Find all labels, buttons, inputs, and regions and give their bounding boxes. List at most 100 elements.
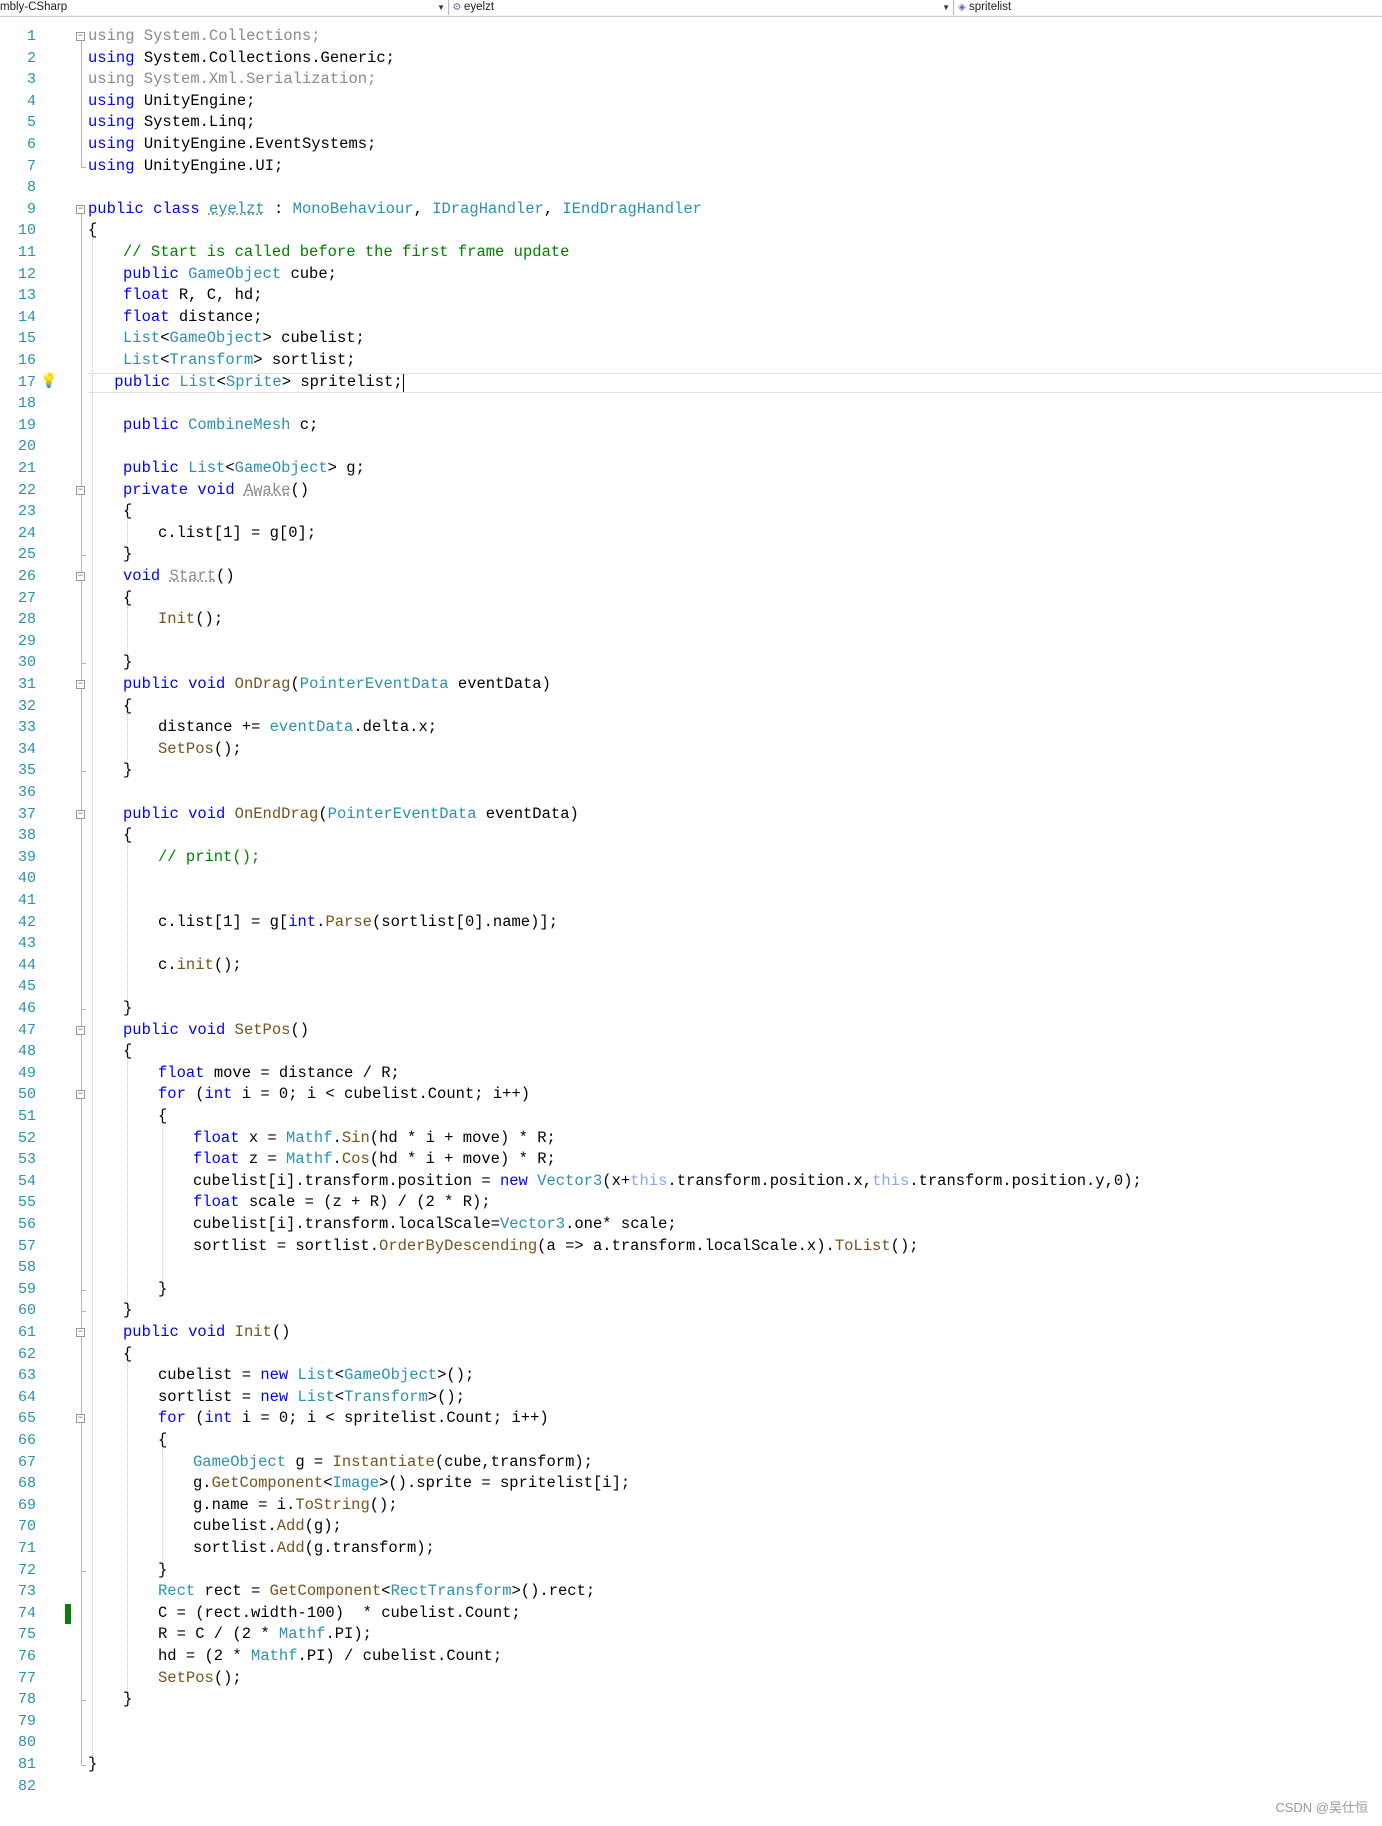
code-line[interactable]: hd = (2 * Mathf.PI) / cubelist.Count; bbox=[158, 1646, 502, 1668]
code-token: Mathf bbox=[278, 1625, 326, 1644]
code-line[interactable]: using System.Linq; bbox=[88, 112, 255, 134]
code-line[interactable]: public List<GameObject> g; bbox=[123, 458, 365, 480]
code-line[interactable]: SetPos(); bbox=[158, 1668, 242, 1690]
code-line[interactable]: for (int i = 0; i < cubelist.Count; i++) bbox=[158, 1084, 530, 1106]
line-number: 24 bbox=[17, 524, 36, 542]
code-line[interactable]: public void Init() bbox=[123, 1322, 290, 1344]
code-line[interactable]: cubelist[i].transform.localScale=Vector3… bbox=[193, 1214, 677, 1236]
code-line[interactable]: { bbox=[123, 501, 132, 523]
code-token: ( bbox=[185, 1409, 205, 1428]
code-line[interactable]: public CombineMesh c; bbox=[123, 415, 318, 437]
code-line[interactable]: c.list[1] = g[int.Parse(sortlist[0].name… bbox=[158, 912, 558, 934]
code-line[interactable]: List<GameObject> cubelist; bbox=[123, 328, 365, 350]
code-token: using bbox=[88, 113, 135, 132]
code-line[interactable]: g.GetComponent<Image>().sprite = spritel… bbox=[193, 1473, 630, 1495]
code-line[interactable]: float R, C, hd; bbox=[123, 285, 263, 307]
code-line[interactable]: public void SetPos() bbox=[123, 1020, 309, 1042]
project-dropdown[interactable]: mbly-CSharp ▼ bbox=[0, 0, 449, 15]
code-line[interactable]: cubelist.Add(g); bbox=[193, 1516, 342, 1538]
code-line[interactable]: void Start() bbox=[123, 566, 235, 588]
code-line[interactable]: private void Awake() bbox=[123, 480, 309, 502]
code-line[interactable]: float x = Mathf.Sin(hd * i + move) * R; bbox=[193, 1128, 556, 1150]
code-line[interactable]: { bbox=[123, 1041, 132, 1063]
code-line[interactable]: List<Transform> sortlist; bbox=[123, 350, 356, 372]
code-line[interactable]: cubelist[i].transform.position = new Vec… bbox=[193, 1171, 1142, 1193]
collapse-region-icon[interactable]: − bbox=[76, 809, 85, 819]
collapse-region-icon[interactable]: − bbox=[76, 204, 85, 214]
code-line[interactable]: } bbox=[88, 1754, 97, 1776]
code-line[interactable]: { bbox=[158, 1106, 167, 1128]
code-line[interactable]: c.init(); bbox=[158, 955, 242, 977]
code-line[interactable]: public GameObject cube; bbox=[123, 264, 337, 286]
collapse-region-icon[interactable]: − bbox=[76, 1414, 85, 1424]
code-token: C = (rect.width-100) * cubelist.Count; bbox=[158, 1603, 521, 1622]
collapse-region-icon[interactable]: − bbox=[76, 1090, 85, 1100]
code-line[interactable]: } bbox=[158, 1560, 167, 1582]
line-number: 56 bbox=[17, 1216, 36, 1233]
code-line[interactable]: sortlist = sortlist.OrderByDescending(a … bbox=[193, 1236, 919, 1258]
code-line[interactable]: GameObject g = Instantiate(cube,transfor… bbox=[193, 1452, 593, 1474]
code-line[interactable]: } bbox=[158, 1279, 167, 1301]
code-line[interactable]: { bbox=[123, 825, 132, 847]
code-token: UnityEngine.UI; bbox=[134, 156, 284, 175]
lightbulb-icon[interactable]: 💡 bbox=[40, 373, 57, 391]
code-line[interactable]: Init(); bbox=[158, 609, 223, 631]
collapse-region-icon[interactable]: − bbox=[76, 32, 85, 41]
code-line[interactable]: using System.Collections; bbox=[88, 26, 321, 48]
code-line[interactable]: float move = distance / R; bbox=[158, 1063, 400, 1085]
code-line[interactable]: using UnityEngine.EventSystems; bbox=[88, 134, 376, 156]
code-token: } bbox=[123, 761, 133, 780]
code-line[interactable]: // print(); bbox=[158, 847, 260, 869]
code-line[interactable]: for (int i = 0; i < spritelist.Count; i+… bbox=[158, 1408, 549, 1430]
code-line[interactable]: { bbox=[123, 588, 132, 610]
code-line[interactable]: float distance; bbox=[123, 307, 263, 329]
code-line[interactable]: { bbox=[123, 696, 132, 718]
collapse-region-icon[interactable]: − bbox=[76, 1025, 85, 1035]
collapse-region-icon[interactable]: − bbox=[76, 680, 85, 689]
code-line[interactable]: float scale = (z + R) / (2 * R); bbox=[193, 1192, 491, 1214]
collapse-region-icon[interactable]: − bbox=[76, 485, 85, 495]
code-line[interactable]: Rect rect = GetComponent<RectTransform>(… bbox=[158, 1581, 595, 1603]
code-line[interactable]: } bbox=[123, 544, 132, 566]
line-number: 39 bbox=[17, 848, 36, 866]
code-line[interactable]: float z = Mathf.Cos(hd * i + move) * R; bbox=[193, 1149, 556, 1171]
code-line[interactable]: // Start is called before the first fram… bbox=[123, 242, 569, 264]
code-line[interactable]: R = C / (2 * Mathf.PI); bbox=[158, 1624, 372, 1646]
code-line[interactable]: using UnityEngine.UI; bbox=[88, 156, 283, 178]
member-dropdown[interactable]: ◈ spritelist bbox=[955, 0, 1382, 15]
code-token: { bbox=[158, 1431, 168, 1449]
code-line[interactable]: c.list[1] = g[0]; bbox=[158, 523, 316, 545]
code-editor[interactable]: − − − − − − − − − − 1 using System.Collections; 2 us… bbox=[0, 17, 1382, 1826]
code-line[interactable]: { bbox=[123, 1344, 132, 1366]
code-line[interactable]: g.name = i.ToString(); bbox=[193, 1495, 398, 1517]
line-number: 67 bbox=[17, 1453, 36, 1471]
code-line[interactable]: sortlist.Add(g.transform); bbox=[193, 1538, 435, 1560]
code-line[interactable]: sortlist = new List<Transform>(); bbox=[158, 1387, 465, 1409]
code-token: >(); bbox=[427, 1387, 466, 1406]
code-line[interactable]: } bbox=[123, 760, 132, 782]
code-line[interactable]: { bbox=[158, 1430, 167, 1452]
line-number: 80 bbox=[17, 1734, 36, 1752]
code-line[interactable]: SetPos(); bbox=[158, 739, 242, 761]
code-line[interactable]: public void OnDrag(PointerEventData even… bbox=[123, 674, 551, 696]
code-line[interactable]: public class eyelzt : MonoBehaviour, IDr… bbox=[88, 199, 702, 221]
code-line[interactable]: } bbox=[123, 652, 132, 674]
type-dropdown[interactable]: ⚙ eyelzt ▼ bbox=[450, 0, 954, 15]
code-line[interactable]: } bbox=[123, 1300, 132, 1322]
code-line[interactable]: } bbox=[123, 998, 132, 1020]
code-line[interactable]: cubelist = new List<GameObject>(); bbox=[158, 1365, 474, 1387]
code-line[interactable]: public List<Sprite> spritelist; bbox=[114, 372, 402, 394]
code-token: PointerEventData bbox=[299, 675, 449, 693]
code-line[interactable]: { bbox=[88, 220, 97, 242]
code-line[interactable]: using UnityEngine; bbox=[88, 91, 255, 113]
code-line[interactable]: using System.Xml.Serialization; bbox=[88, 69, 376, 91]
code-line[interactable]: C = (rect.width-100) * cubelist.Count; bbox=[158, 1603, 521, 1625]
code-line[interactable]: public void OnEndDrag(PointerEventData e… bbox=[123, 804, 579, 826]
collapse-region-icon[interactable]: − bbox=[76, 1328, 85, 1337]
code-token: List bbox=[123, 351, 161, 369]
code-line[interactable]: distance += eventData.delta.x; bbox=[158, 717, 437, 739]
region-connector bbox=[81, 1099, 82, 1290]
code-line[interactable]: } bbox=[123, 1689, 132, 1711]
code-line[interactable]: using System.Collections.Generic; bbox=[88, 48, 395, 70]
collapse-region-icon[interactable]: − bbox=[76, 572, 85, 581]
